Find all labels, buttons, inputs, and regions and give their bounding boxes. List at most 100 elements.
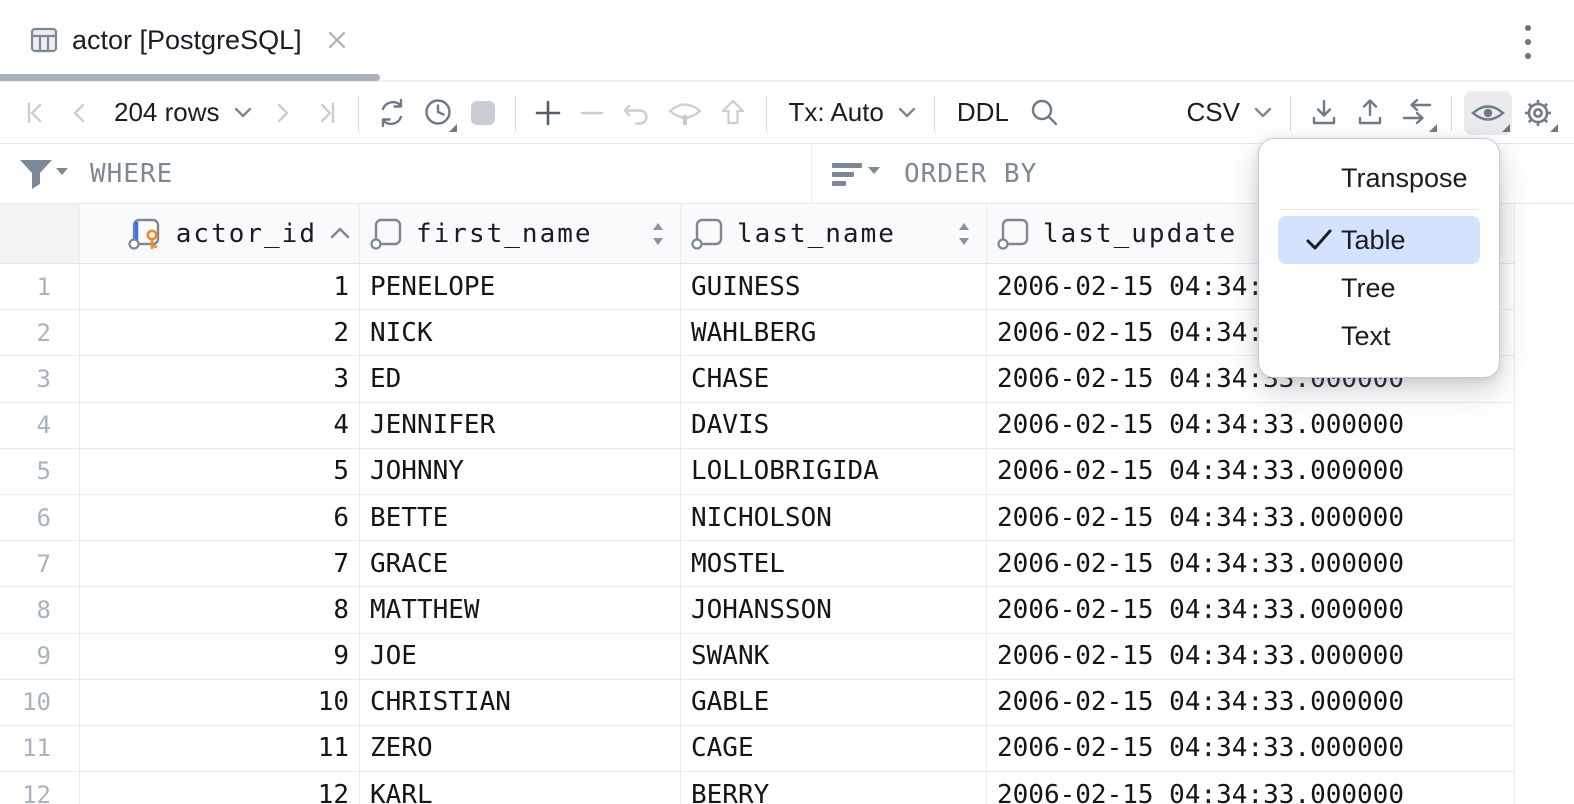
column-icon xyxy=(689,216,729,252)
cell-first-name[interactable]: PENELOPE xyxy=(360,264,681,310)
row-number[interactable]: 10 xyxy=(0,680,80,726)
cell-actor-id[interactable]: 12 xyxy=(80,772,360,804)
menu-item-text[interactable]: Text xyxy=(1259,312,1499,360)
cell-actor-id[interactable]: 8 xyxy=(80,587,360,633)
cell-last-name[interactable]: GUINESS xyxy=(681,264,987,310)
chevron-down-icon xyxy=(232,106,254,120)
cell-last-name[interactable]: MOSTEL xyxy=(681,541,987,587)
cell-first-name[interactable]: GRACE xyxy=(360,541,681,587)
cell-last-name[interactable]: WAHLBERG xyxy=(681,310,987,356)
table-icon xyxy=(28,24,60,56)
cell-last-update[interactable]: 2006-02-15 04:34:33.000000 xyxy=(987,772,1515,804)
undo-icon xyxy=(616,91,658,135)
row-number[interactable]: 7 xyxy=(0,541,80,587)
cell-actor-id[interactable]: 5 xyxy=(80,449,360,495)
cell-last-name[interactable]: BERRY xyxy=(681,772,987,804)
stop-icon xyxy=(463,91,503,135)
row-number[interactable]: 2 xyxy=(0,310,80,356)
sort-toggle-icon[interactable] xyxy=(650,221,666,247)
cell-last-update[interactable]: 2006-02-15 04:34:33.000000 xyxy=(987,541,1515,587)
row-number[interactable]: 11 xyxy=(0,726,80,772)
order-by-icon xyxy=(830,157,884,191)
cell-first-name[interactable]: ZERO xyxy=(360,726,681,772)
column-header-last-name[interactable]: last_name xyxy=(681,204,987,264)
cell-last-update[interactable]: 2006-02-15 04:34:33.000000 xyxy=(987,587,1515,633)
cell-last-update[interactable]: 2006-02-15 04:34:33.000000 xyxy=(987,634,1515,680)
row-count-dropdown[interactable]: 204 rows xyxy=(104,91,258,135)
cell-actor-id[interactable]: 9 xyxy=(80,634,360,680)
cell-actor-id[interactable]: 2 xyxy=(80,310,360,356)
schedule-clock-icon[interactable] xyxy=(417,91,459,135)
cell-actor-id[interactable]: 4 xyxy=(80,403,360,449)
cell-first-name[interactable]: JOE xyxy=(360,634,681,680)
cell-actor-id[interactable]: 7 xyxy=(80,541,360,587)
view-options-eye-icon[interactable] xyxy=(1464,91,1512,135)
dropdown-corner-icon xyxy=(1429,124,1437,132)
sort-toggle-icon[interactable] xyxy=(956,221,972,247)
cell-first-name[interactable]: KARL xyxy=(360,772,681,804)
cell-first-name[interactable]: JOHNNY xyxy=(360,449,681,495)
first-page-icon[interactable] xyxy=(16,91,56,135)
export-format-dropdown[interactable]: CSV xyxy=(1177,91,1278,135)
cell-actor-id[interactable]: 1 xyxy=(80,264,360,310)
ddl-button[interactable]: DDL xyxy=(947,91,1019,135)
cell-first-name[interactable]: MATTHEW xyxy=(360,587,681,633)
cell-first-name[interactable]: NICK xyxy=(360,310,681,356)
cell-last-update[interactable]: 2006-02-15 04:34:33.000000 xyxy=(987,403,1515,449)
cell-actor-id[interactable]: 10 xyxy=(80,680,360,726)
cell-actor-id[interactable]: 11 xyxy=(80,726,360,772)
column-icon xyxy=(368,216,408,252)
tab-actor[interactable]: actor [PostgreSQL] xyxy=(0,0,372,80)
row-number[interactable]: 3 xyxy=(0,356,80,402)
cell-last-name[interactable]: LOLLOBRIGIDA xyxy=(681,449,987,495)
row-number[interactable]: 8 xyxy=(0,587,80,633)
gear-icon[interactable] xyxy=(1516,91,1560,135)
cell-first-name[interactable]: BETTE xyxy=(360,495,681,541)
column-header-actor-id[interactable]: actor_id xyxy=(80,204,360,264)
checkmark-icon xyxy=(1304,227,1334,253)
cell-last-name[interactable]: NICHOLSON xyxy=(681,495,987,541)
cell-last-update[interactable]: 2006-02-15 04:34:33.000000 xyxy=(987,495,1515,541)
row-number[interactable]: 9 xyxy=(0,634,80,680)
row-number[interactable]: 5 xyxy=(0,449,80,495)
last-page-icon[interactable] xyxy=(306,91,346,135)
grid-corner-cell[interactable] xyxy=(0,204,80,264)
cell-first-name[interactable]: ED xyxy=(360,356,681,402)
cell-last-name[interactable]: DAVIS xyxy=(681,403,987,449)
search-icon[interactable] xyxy=(1023,91,1065,135)
add-row-icon[interactable] xyxy=(528,91,568,135)
menu-item-table[interactable]: Table xyxy=(1278,216,1480,264)
tx-mode-dropdown[interactable]: Tx: Auto xyxy=(779,91,922,135)
row-number[interactable]: 12 xyxy=(0,772,80,804)
refresh-icon[interactable] xyxy=(371,91,413,135)
row-count-label: 204 rows xyxy=(108,97,226,128)
cell-last-update[interactable]: 2006-02-15 04:34:33.000000 xyxy=(987,680,1515,726)
close-icon[interactable] xyxy=(324,27,350,53)
cell-actor-id[interactable]: 6 xyxy=(80,495,360,541)
next-page-icon[interactable] xyxy=(262,91,302,135)
compare-icon[interactable] xyxy=(1395,91,1439,135)
cell-last-name[interactable]: CAGE xyxy=(681,726,987,772)
menu-item-tree[interactable]: Tree xyxy=(1259,264,1499,312)
cell-last-update[interactable]: 2006-02-15 04:34:33.000000 xyxy=(987,449,1515,495)
cell-first-name[interactable]: CHRISTIAN xyxy=(360,680,681,726)
where-filter-field[interactable]: WHERE xyxy=(0,144,812,203)
row-number[interactable]: 4 xyxy=(0,403,80,449)
toolbar-separator xyxy=(515,95,516,131)
cell-last-name[interactable]: SWANK xyxy=(681,634,987,680)
cell-actor-id[interactable]: 3 xyxy=(80,356,360,402)
upload-icon[interactable] xyxy=(1349,91,1391,135)
column-header-first-name[interactable]: first_name xyxy=(360,204,681,264)
previous-page-icon[interactable] xyxy=(60,91,100,135)
row-number[interactable]: 6 xyxy=(0,495,80,541)
cell-last-name[interactable]: GABLE xyxy=(681,680,987,726)
sort-ascending-icon[interactable] xyxy=(327,225,353,243)
kebab-menu-icon[interactable] xyxy=(1508,20,1548,64)
row-number[interactable]: 1 xyxy=(0,264,80,310)
menu-item-transpose[interactable]: Transpose xyxy=(1259,154,1499,202)
cell-last-name[interactable]: JOHANSSON xyxy=(681,587,987,633)
cell-first-name[interactable]: JENNIFER xyxy=(360,403,681,449)
cell-last-name[interactable]: CHASE xyxy=(681,356,987,402)
cell-last-update[interactable]: 2006-02-15 04:34:33.000000 xyxy=(987,726,1515,772)
download-icon[interactable] xyxy=(1303,91,1345,135)
